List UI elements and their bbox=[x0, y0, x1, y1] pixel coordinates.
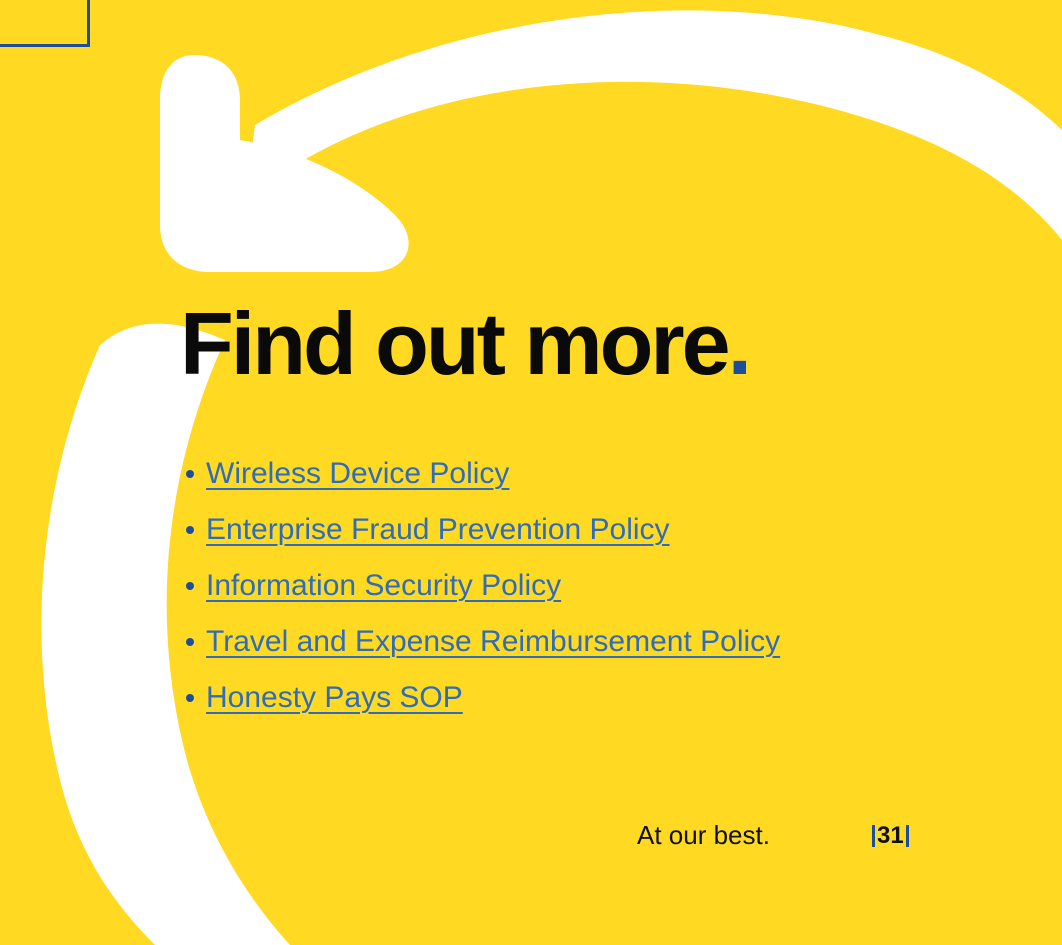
bullet-icon bbox=[186, 582, 194, 590]
bullet-icon bbox=[186, 694, 194, 702]
link-wireless-device-policy[interactable]: Wireless Device Policy bbox=[206, 457, 509, 491]
page-title: Find out more. bbox=[180, 300, 752, 388]
page-number-right-bar bbox=[905, 825, 909, 847]
policy-links-list: Wireless Device Policy Enterprise Fraud … bbox=[186, 446, 780, 726]
bullet-icon bbox=[186, 526, 194, 534]
list-item: Enterprise Fraud Prevention Policy bbox=[186, 502, 780, 558]
link-information-security-policy[interactable]: Information Security Policy bbox=[206, 569, 561, 603]
page-title-text: Find out more bbox=[180, 294, 731, 393]
page-number: 31 bbox=[872, 822, 909, 850]
list-item: Honesty Pays SOP bbox=[186, 670, 780, 726]
page-number-value: 31 bbox=[877, 822, 904, 849]
page-title-dot: . bbox=[727, 294, 753, 393]
list-item: Information Security Policy bbox=[186, 558, 780, 614]
link-honesty-pays-sop[interactable]: Honesty Pays SOP bbox=[206, 681, 463, 715]
link-enterprise-fraud-prevention-policy[interactable]: Enterprise Fraud Prevention Policy bbox=[206, 513, 670, 547]
page-number-left-bar bbox=[872, 825, 875, 847]
footer-tagline: At our best. bbox=[637, 820, 770, 850]
bullet-icon bbox=[186, 470, 194, 478]
link-travel-expense-reimbursement-policy[interactable]: Travel and Expense Reimbursement Policy bbox=[206, 625, 780, 659]
list-item: Wireless Device Policy bbox=[186, 446, 780, 502]
bullet-icon bbox=[186, 638, 194, 646]
corner-frame bbox=[0, 0, 90, 47]
page: Find out more. Wireless Device Policy En… bbox=[0, 0, 1062, 945]
list-item: Travel and Expense Reimbursement Policy bbox=[186, 614, 780, 670]
